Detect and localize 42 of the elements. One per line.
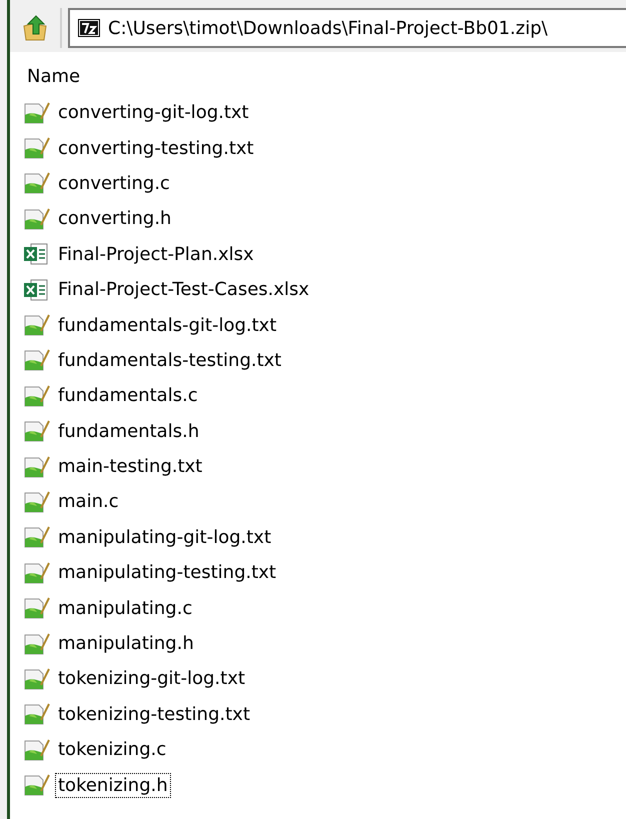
file-name[interactable]: fundamentals.c — [55, 383, 201, 408]
document-icon — [23, 490, 51, 514]
file-name[interactable]: Final-Project-Plan.xlsx — [55, 242, 257, 267]
file-name[interactable]: fundamentals-testing.txt — [55, 348, 284, 373]
file-name[interactable]: converting-testing.txt — [55, 136, 257, 161]
document-icon — [23, 738, 51, 762]
file-name[interactable]: manipulating-testing.txt — [55, 560, 280, 586]
file-name[interactable]: tokenizing.c — [55, 737, 170, 762]
file-name[interactable]: tokenizing-git-log.txt — [55, 666, 248, 692]
document-icon — [23, 596, 51, 620]
file-name[interactable]: converting.h — [55, 206, 174, 232]
document-icon — [23, 171, 51, 196]
document-icon — [23, 384, 51, 408]
archive-logo-icon — [78, 19, 100, 37]
document-icon — [23, 773, 51, 798]
file-name[interactable]: Final-Project-Test-Cases.xlsx — [55, 277, 312, 302]
address-field[interactable]: C:\Users\timot\Downloads\Final-Project-Bb01.zip\ — [68, 8, 626, 48]
folder-up-icon — [22, 14, 48, 42]
file-name[interactable]: main-testing.txt — [55, 454, 206, 480]
document-icon — [23, 666, 51, 691]
document-icon — [23, 525, 51, 550]
file-name[interactable]: main.c — [55, 489, 122, 514]
file-name[interactable]: manipulating.h — [55, 631, 197, 656]
document-icon — [23, 136, 51, 160]
document-icon — [23, 560, 51, 585]
file-name[interactable]: manipulating.c — [55, 596, 196, 621]
document-icon — [23, 206, 51, 231]
file-name[interactable]: manipulating-git-log.txt — [55, 524, 274, 550]
file-name[interactable]: fundamentals-git-log.txt — [55, 312, 280, 338]
document-icon — [23, 348, 51, 372]
document-icon — [23, 702, 51, 726]
file-name[interactable]: converting-git-log.txt — [55, 100, 252, 126]
document-icon — [23, 419, 51, 444]
file-name[interactable]: fundamentals.h — [55, 418, 202, 444]
document-icon — [23, 632, 51, 656]
document-icon — [23, 100, 51, 125]
document-icon — [23, 454, 51, 479]
file-name[interactable]: tokenizing.h — [55, 772, 171, 798]
file-name[interactable]: tokenizing-testing.txt — [55, 702, 254, 727]
column-header[interactable]: Name — [10, 52, 626, 95]
document-icon — [23, 313, 51, 338]
file-name[interactable]: converting.c — [55, 170, 173, 196]
